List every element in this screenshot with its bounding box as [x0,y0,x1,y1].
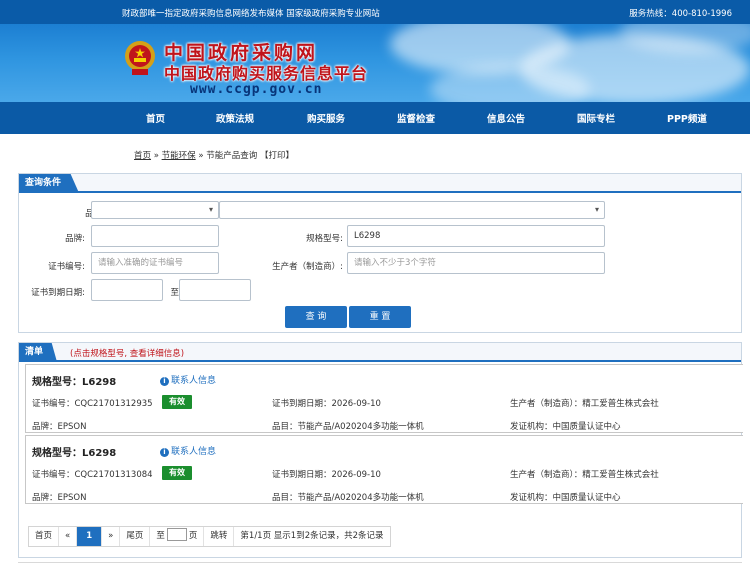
results-hint: (点击规格型号, 查看详细信息) [70,349,185,359]
record-maker: 生产者（制造商）：精工爱普生株式会社 [510,399,659,409]
page-summary: 第1/1页 显示1到2条记录，共2条记录 [240,531,384,541]
expiry-to-label: 至 [170,288,179,298]
record-cert-no: 证书编号：CQC21701313084 [32,470,153,480]
chevron-down-icon: ▾ [208,205,213,214]
cert-no-label: 证书编号: [48,262,85,272]
maker-label: 生产者（制造商）: [272,262,343,272]
page-first-button[interactable]: 首页 [29,527,60,546]
record-issuer: 发证机构：中国质量认证中心 [510,422,621,432]
list-item: 规格型号：L6298 i 联系人信息 证书编号：CQC21701313084 有效… [25,435,743,504]
expiry-label: 证书到期日期: [31,288,85,298]
expiry-to-input[interactable] [179,279,251,301]
breadcrumb-section[interactable]: 节能环保 [162,151,196,161]
page-last-button[interactable]: 尾页 [120,527,151,546]
divider [18,562,742,563]
subcategory-select[interactable]: ▾ [219,201,605,219]
reset-button[interactable]: 重 置 [349,306,411,328]
info-icon: i [160,377,169,386]
record-brand: 品牌：EPSON [32,493,87,503]
info-icon: i [160,448,169,457]
nav-item-policy[interactable]: 政策法规 [216,111,254,125]
query-panel: 查询条件 品目: ▾ ▾ 品牌: 规格型号: L6298 证书编号: 请输入准确… [18,173,742,333]
nav-item-supervision[interactable]: 监督检查 [397,111,435,125]
breadcrumb-current: 节能产品查询 [206,151,258,161]
nav-item-ppp[interactable]: PPP频道 [667,111,707,125]
logo-url: www.ccgp.gov.cn [190,82,323,97]
model-label: 规格型号: [306,234,343,244]
brand-input[interactable] [91,225,219,247]
record-category: 品目：节能产品/A020204多功能一体机 [272,422,424,432]
page-goto: 至页 [150,527,205,546]
logo-subtitle: 中国政府购买服务信息平台 [164,64,369,83]
contact-info-link[interactable]: i 联系人信息 [160,373,216,386]
chevron-down-icon: ▾ [594,205,599,214]
page-next-button[interactable]: » [102,527,121,546]
results-panel-title: 清单 [19,343,58,362]
record-expiry: 证书到期日期：2026-09-10 [272,470,381,480]
print-link[interactable]: 【打印】 [260,151,294,161]
service-hotline: 服务热线：400-810-1996 [629,9,732,19]
site-tagline: 财政部唯一指定政府采购信息网络发布媒体 国家级政府采购专业网站 [122,9,380,19]
status-badge: 有效 [162,466,192,480]
record-cert-no: 证书编号：CQC21701312935 [32,399,153,409]
page-jump-button[interactable]: 跳转 [204,527,235,546]
category-select[interactable]: ▾ [91,201,219,219]
page-goto-input[interactable] [166,528,187,541]
nav-item-home[interactable]: 首页 [146,111,165,125]
record-model-link[interactable]: 规格型号：L6298 [32,444,116,459]
pagination: 首页 « 1 » 尾页 至页 跳转 第1/1页 显示1到2条记录，共2条记录 [28,526,391,547]
breadcrumb: 首页 » 节能环保 » 节能产品查询 【打印】 [134,151,294,161]
national-emblem-icon [125,41,155,75]
maker-input[interactable]: 请输入不少于3个字符 [347,252,605,274]
record-expiry: 证书到期日期：2026-09-10 [272,399,381,409]
nav-item-announcements[interactable]: 信息公告 [487,111,525,125]
record-issuer: 发证机构：中国质量认证中心 [510,493,621,503]
nav-item-purchase-service[interactable]: 购买服务 [307,111,345,125]
page-current-button[interactable]: 1 [77,527,103,546]
query-panel-title: 查询条件 [19,174,80,193]
brand-label: 品牌: [65,234,85,244]
main-nav: 首页 政策法规 购买服务 监督检查 信息公告 国际专栏 PPP频道 [0,102,750,134]
expiry-from-input[interactable] [91,279,163,301]
record-maker: 生产者（制造商）：精工爱普生株式会社 [510,470,659,480]
search-button[interactable]: 查 询 [285,306,347,328]
nav-item-international[interactable]: 国际专栏 [577,111,615,125]
contact-info-link[interactable]: i 联系人信息 [160,444,216,457]
status-badge: 有效 [162,395,192,409]
list-item: 规格型号：L6298 i 联系人信息 证书编号：CQC21701312935 有效… [25,364,743,433]
site-banner: 中国政府采购网 中国政府购买服务信息平台 www.ccgp.gov.cn [0,24,750,102]
model-input[interactable]: L6298 [347,225,605,247]
breadcrumb-home[interactable]: 首页 [134,151,151,161]
top-bar: 财政部唯一指定政府采购信息网络发布媒体 国家级政府采购专业网站 服务热线：400… [0,0,750,24]
page-prev-button[interactable]: « [59,527,78,546]
record-brand: 品牌：EPSON [32,422,87,432]
record-model-link[interactable]: 规格型号：L6298 [32,373,116,388]
cert-no-input[interactable]: 请输入准确的证书编号 [91,252,219,274]
record-category: 品目：节能产品/A020204多功能一体机 [272,493,424,503]
